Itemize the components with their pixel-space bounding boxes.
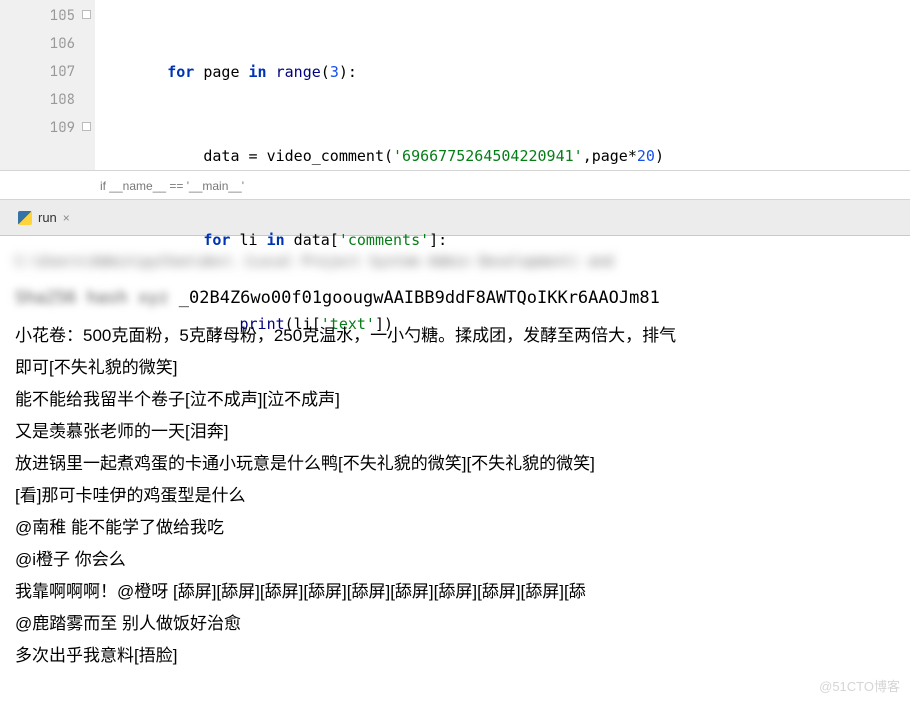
code-line[interactable]: data = video_comment('696677526450422094… [95,142,910,170]
line-number: 107 [0,58,75,86]
console-line: 我靠啊啊啊！@橙呀 [舔屏][舔屏][舔屏][舔屏][舔屏][舔屏][舔屏][舔… [15,576,895,608]
watermark: @51CTO博客 [819,676,900,695]
code-line[interactable]: for page in range(3): [95,58,910,86]
fold-marker-icon[interactable] [82,10,91,19]
console-line: 多次出乎我意料[捂脸] [15,640,895,672]
line-number: 105 [0,2,75,30]
line-number: 106 [0,30,75,58]
tab-run[interactable]: run × [8,206,80,229]
console-line-blurred: C:\Users\Admin\python\dev\ (Local Projec… [15,246,895,278]
breadcrumb-text: if __name__ == '__main__' [100,179,244,193]
code-content[interactable]: for page in range(3): data = video_comme… [95,0,910,170]
code-editor[interactable]: 105 106 107 108 109 for page in range(3)… [0,0,910,170]
fold-marker-icon[interactable] [82,122,91,131]
python-icon [18,211,32,225]
line-number: 109 [0,114,75,142]
tab-label: run [38,210,57,225]
console-line: [看]那可卡哇伊的鸡蛋型是什么 [15,480,895,512]
console-line: @i橙子 你会么 [15,544,895,576]
console-line: @南稚 能不能学了做给我吃 [15,512,895,544]
line-number: 108 [0,86,75,114]
line-number-gutter: 105 106 107 108 109 [0,0,95,170]
close-icon[interactable]: × [63,211,70,225]
console-line: @鹿踏雾而至 别人做饭好治愈 [15,608,895,640]
